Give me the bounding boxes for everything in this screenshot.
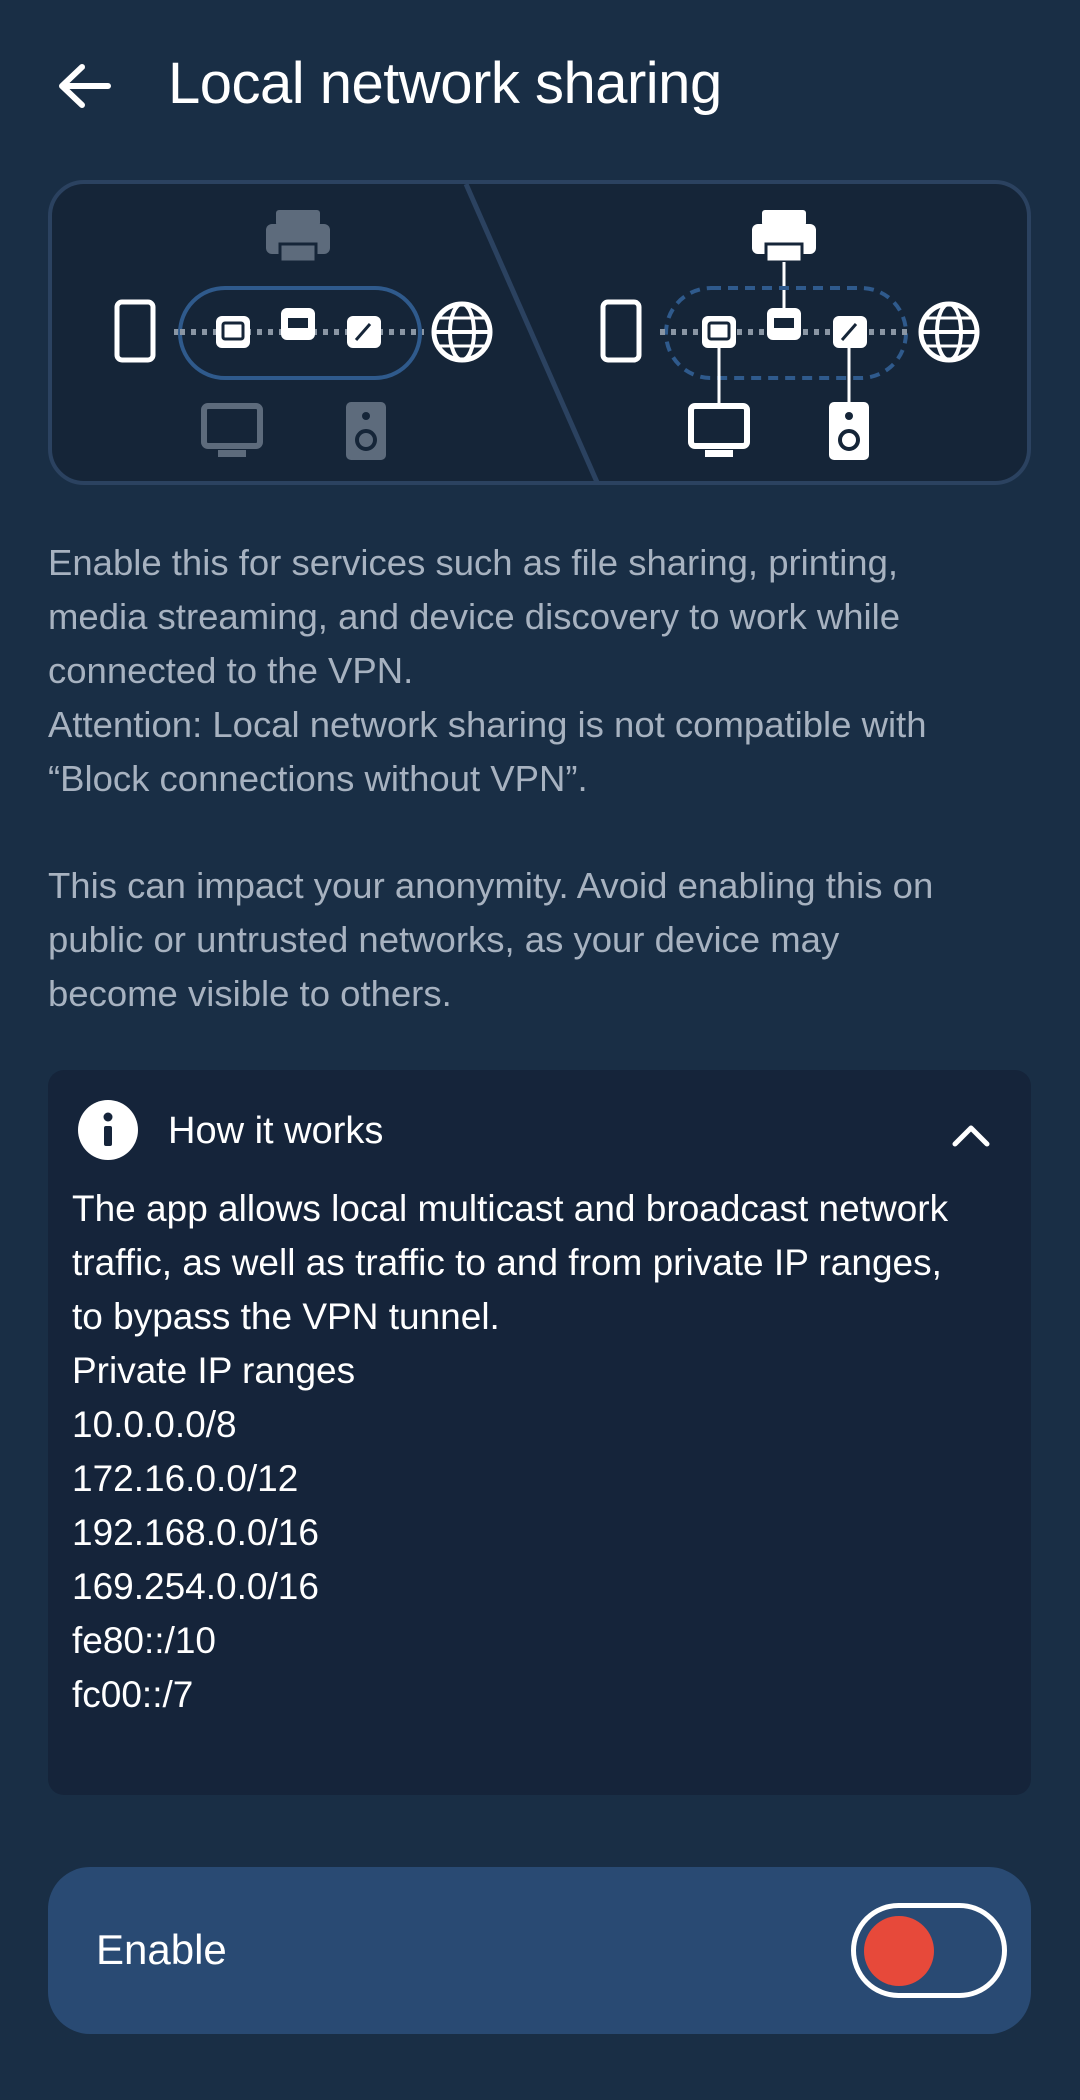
description-line: Enable this for services such as file sh… <box>48 542 899 583</box>
top-app-bar: Local network sharing <box>0 0 1080 170</box>
body-line: traffic, as well as traffic to and from … <box>72 1242 942 1283</box>
globe-icon <box>918 301 980 363</box>
page-title: Local network sharing <box>168 51 722 116</box>
private-ip-ranges-title: Private IP ranges <box>72 1350 356 1391</box>
warning-line: This can impact your anonymity. Avoid en… <box>48 865 934 906</box>
cast-icon <box>216 316 250 348</box>
how-it-works-title: How it works <box>168 1110 384 1152</box>
toggle-knob <box>864 1916 934 1986</box>
ip-range-item: 172.16.0.0/12 <box>72 1458 299 1499</box>
enable-toggle[interactable] <box>851 1903 1007 1998</box>
enable-label: Enable <box>96 1926 227 1973</box>
printer-icon <box>266 210 330 264</box>
music-icon <box>347 316 381 348</box>
chevron-up-icon <box>952 1125 990 1147</box>
printer-small-icon <box>281 308 315 340</box>
ip-range-item: fc00::/7 <box>72 1674 194 1715</box>
warning-line: public or untrusted networks, as your de… <box>48 919 840 960</box>
attention-line: “Block connections without VPN”. <box>48 758 588 799</box>
attention-line: Attention: Local network sharing is not … <box>48 704 927 745</box>
back-button[interactable] <box>44 46 124 126</box>
warning-line: become visible to others. <box>48 973 452 1014</box>
monitor-icon <box>201 403 263 457</box>
description-text: Enable this for services such as file sh… <box>48 536 1038 806</box>
phone-icon <box>600 299 642 363</box>
network-sharing-illustration <box>48 180 1031 485</box>
ip-range-item: 10.0.0.0/8 <box>72 1404 237 1445</box>
arrow-left-icon <box>59 64 111 108</box>
phone-icon <box>114 299 156 363</box>
how-it-works-body: The app allows local multicast and broad… <box>72 1182 1012 1722</box>
how-it-works-card: How it works The app allows local multic… <box>48 1070 1031 1795</box>
ip-range-item: 169.254.0.0/16 <box>72 1566 319 1607</box>
monitor-icon <box>688 403 750 457</box>
anonymity-warning-text: This can impact your anonymity. Avoid en… <box>48 859 1038 1021</box>
ip-range-item: fe80::/10 <box>72 1620 217 1661</box>
ip-range-item: 192.168.0.0/16 <box>72 1512 319 1553</box>
printer-small-icon <box>767 308 801 340</box>
enable-setting-row[interactable]: Enable <box>48 1867 1031 2034</box>
body-line: to bypass the VPN tunnel. <box>72 1296 500 1337</box>
music-icon <box>833 316 867 348</box>
info-icon <box>78 1100 138 1160</box>
collapse-button[interactable] <box>941 1110 1001 1160</box>
speaker-icon <box>346 402 386 460</box>
description-line: media streaming, and device discovery to… <box>48 596 901 637</box>
cast-icon <box>702 316 736 348</box>
how-it-works-header[interactable]: How it works <box>48 1070 1031 1190</box>
printer-icon <box>752 210 816 264</box>
body-line: The app allows local multicast and broad… <box>72 1188 949 1229</box>
globe-icon <box>431 301 493 363</box>
speaker-icon <box>829 402 869 460</box>
description-line: connected to the VPN. <box>48 650 414 691</box>
